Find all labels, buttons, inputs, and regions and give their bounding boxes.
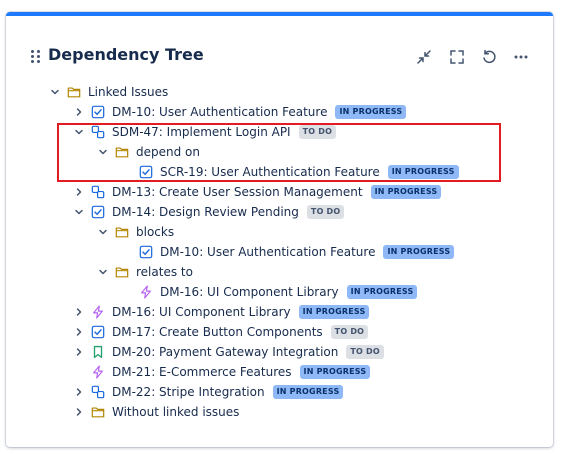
chevron-right-icon[interactable] [72, 325, 86, 339]
fullscreen-icon[interactable] [447, 47, 467, 67]
tree-row[interactable]: DM-21: E-Commerce Features IN PROGRESS [72, 362, 371, 382]
tree-row-label[interactable]: DM-17: Create Button Components [112, 325, 323, 339]
status-badge: TO DO [346, 345, 384, 359]
tree-row[interactable]: DM-16: UI Component Library IN PROGRESS [72, 302, 370, 322]
tree-row[interactable]: DM-10: User Authentication Feature IN PRO… [120, 242, 455, 262]
drag-handle-icon[interactable] [30, 49, 42, 65]
widget-title: Dependency Tree [48, 45, 204, 64]
tree-row[interactable]: blocks [96, 222, 182, 242]
chevron-right-icon[interactable] [72, 345, 86, 359]
status-badge: IN PROGRESS [370, 185, 442, 199]
tree-row[interactable]: DM-17: Create Button Components TO DO [72, 322, 369, 342]
tree-row[interactable]: DM-14: Design Review Pending TO DO [72, 202, 345, 222]
dependency-tree-widget: Dependency Tree Linked Issues DM-10: User… [6, 12, 553, 447]
subtask-icon [91, 185, 105, 199]
chevron-right-icon[interactable] [72, 405, 86, 419]
checkbox-icon [91, 205, 105, 219]
tree-row[interactable]: DM-20: Payment Gateway Integration TO DO [72, 342, 384, 362]
chevron-down-icon[interactable] [96, 225, 110, 239]
status-badge: IN PROGRESS [335, 105, 407, 119]
folder-icon [91, 405, 105, 419]
epic-icon [91, 365, 105, 379]
tree-row-label[interactable]: DM-14: Design Review Pending [112, 205, 299, 219]
checkbox-icon [91, 325, 105, 339]
chevron-down-icon[interactable] [96, 145, 110, 159]
status-badge: TO DO [298, 125, 337, 139]
folder-icon [115, 145, 129, 159]
bookmark-icon [91, 345, 105, 359]
collapse-icon[interactable] [414, 47, 434, 67]
tree-row-label: Linked Issues [88, 85, 169, 99]
widget-accent-bar [6, 12, 553, 16]
epic-icon [139, 285, 153, 299]
tree-row[interactable]: DM-16: UI Component Library IN PROGRESS [120, 282, 418, 302]
tree-row[interactable]: SDM-47: Implement Login API TO DO [72, 122, 337, 142]
more-icon[interactable] [511, 47, 531, 67]
folder-icon [115, 265, 129, 279]
tree-row-label: blocks [136, 225, 175, 239]
tree-row-label[interactable]: DM-22: Stripe Integration [112, 385, 265, 399]
status-badge: IN PROGRESS [272, 385, 344, 399]
status-badge: IN PROGRESS [387, 165, 459, 179]
status-badge: TO DO [330, 325, 369, 339]
tree-row-label[interactable]: DM-10: User Authentication Feature [112, 105, 327, 119]
tree-row[interactable]: SCR-19: User Authentication Feature IN PR… [120, 162, 459, 182]
status-badge: IN PROGRESS [383, 245, 455, 259]
checkbox-icon [91, 105, 105, 119]
tree-row-label[interactable]: SCR-19: User Authentication Feature [160, 165, 380, 179]
chevron-right-icon[interactable] [72, 305, 86, 319]
tree-row-label: relates to [136, 265, 193, 279]
tree-row-label[interactable]: DM-20: Payment Gateway Integration [112, 345, 338, 359]
status-badge: TO DO [306, 205, 345, 219]
checkbox-icon [139, 165, 153, 179]
subtask-icon [91, 385, 105, 399]
chevron-right-icon[interactable] [72, 185, 86, 199]
folder-icon [115, 225, 129, 239]
tree-row[interactable]: depend on [96, 142, 208, 162]
tree-row[interactable]: DM-13: Create User Session Management IN … [72, 182, 442, 202]
chevron-down-icon[interactable] [48, 85, 62, 99]
tree-row[interactable]: relates to [96, 262, 201, 282]
folder-icon [67, 85, 81, 99]
tree-row-label[interactable]: DM-13: Create User Session Management [112, 185, 363, 199]
chevron-right-icon[interactable] [72, 385, 86, 399]
chevron-down-icon[interactable] [96, 265, 110, 279]
epic-icon [91, 305, 105, 319]
tree-row-label[interactable]: DM-16: UI Component Library [160, 285, 339, 299]
status-badge: IN PROGRESS [298, 305, 370, 319]
chevron-down-icon[interactable] [72, 205, 86, 219]
tree-row-label[interactable]: SDM-47: Implement Login API [112, 125, 291, 139]
tree-row[interactable]: DM-10: User Authentication Feature IN PRO… [72, 102, 407, 122]
refresh-icon[interactable] [479, 47, 499, 67]
subtask-icon [91, 125, 105, 139]
tree-row-label: depend on [136, 145, 200, 159]
tree-row[interactable]: DM-22: Stripe Integration IN PROGRESS [72, 382, 344, 402]
tree-row[interactable]: Without linked issues [72, 402, 247, 422]
tree-row-label[interactable]: DM-21: E-Commerce Features [112, 365, 292, 379]
tree-row-label[interactable]: DM-10: User Authentication Feature [160, 245, 375, 259]
chevron-down-icon[interactable] [72, 125, 86, 139]
chevron-right-icon[interactable] [72, 105, 86, 119]
tree-row-label: Without linked issues [112, 405, 240, 419]
tree-row[interactable]: Linked Issues [48, 82, 176, 102]
checkbox-icon [139, 245, 153, 259]
tree-row-label[interactable]: DM-16: UI Component Library [112, 305, 291, 319]
status-badge: IN PROGRESS [346, 285, 418, 299]
status-badge: IN PROGRESS [299, 365, 371, 379]
